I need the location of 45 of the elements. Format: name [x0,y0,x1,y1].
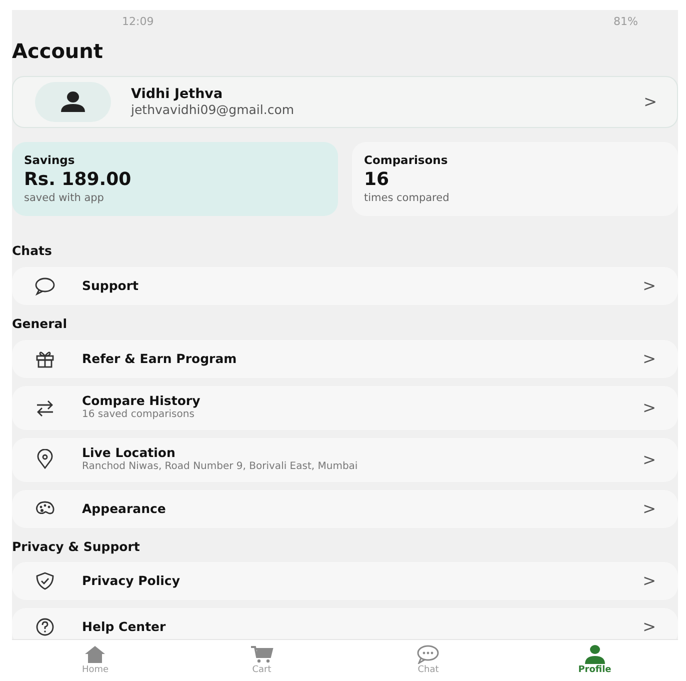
stat-label: Comparisons [364,154,449,168]
menu-item-subtitle: Ranchod Niwas, Road Number 9, Borivali East, Mumbai [82,461,359,474]
menu-item-title: Refer & Earn Program [82,350,238,366]
chevron-icon: > [642,569,656,594]
chevron-icon: > [642,346,656,370]
stat-caption: saved with app [24,191,105,206]
menu-item[interactable]: Help Center > [12,608,678,639]
menu-item-title: Appearance [82,500,167,516]
chevron-icon: > [642,448,656,472]
stat-caption: times compared [364,191,450,206]
menu-item-title: Help Center [82,619,167,636]
chevron-icon: > [644,90,657,114]
menu-item[interactable]: Refer & Earn Program > [12,340,678,378]
help-icon [34,616,56,638]
chevron-icon: > [642,396,656,420]
stat-label: Savings [24,154,76,168]
profile-email: jethvavidhi09@gmail.com [131,102,294,118]
battery-level: 81% [614,14,638,30]
menu-item[interactable]: Live Location Ranchod Niwas, Road Number 9, Borivali East, Mumbai > [12,438,678,482]
chat-bubble-icon [415,644,442,664]
menu-item[interactable]: Appearance > [12,490,678,528]
chevron-icon: > [642,496,656,520]
section-heading: Privacy & Support [12,538,141,556]
section-heading: Chats [12,242,53,260]
section-heading: General [12,314,68,333]
menu-item[interactable]: Privacy Policy > [12,562,678,600]
menu-item-title: Privacy Policy [82,573,181,590]
nav-tab[interactable]: Profile [512,640,678,681]
stat-value: Rs. 189.00 [24,168,132,192]
menu-item[interactable]: Compare History 16 saved comparisons > [12,386,678,430]
profile-card[interactable]: Vidhi Jethva jethvavidhi09@gmail.com > [12,76,678,128]
person-icon [58,91,88,113]
stat-value: 16 [364,168,390,192]
menu-item-title: Support [82,278,140,294]
profile-name: Vidhi Jethva [131,86,224,102]
page-title: Account [12,38,104,65]
menu-item-title: Compare History [82,393,202,410]
chevron-icon: > [642,615,656,639]
shield-check-icon [34,570,56,592]
menu-item-title: Live Location [82,445,176,461]
cart-icon [248,644,275,664]
menu-item[interactable]: Support > [12,266,678,305]
menu-item-subtitle: 16 saved comparisons [82,409,194,422]
status-time: 12:09 [122,14,154,30]
chevron-icon: > [642,274,656,298]
